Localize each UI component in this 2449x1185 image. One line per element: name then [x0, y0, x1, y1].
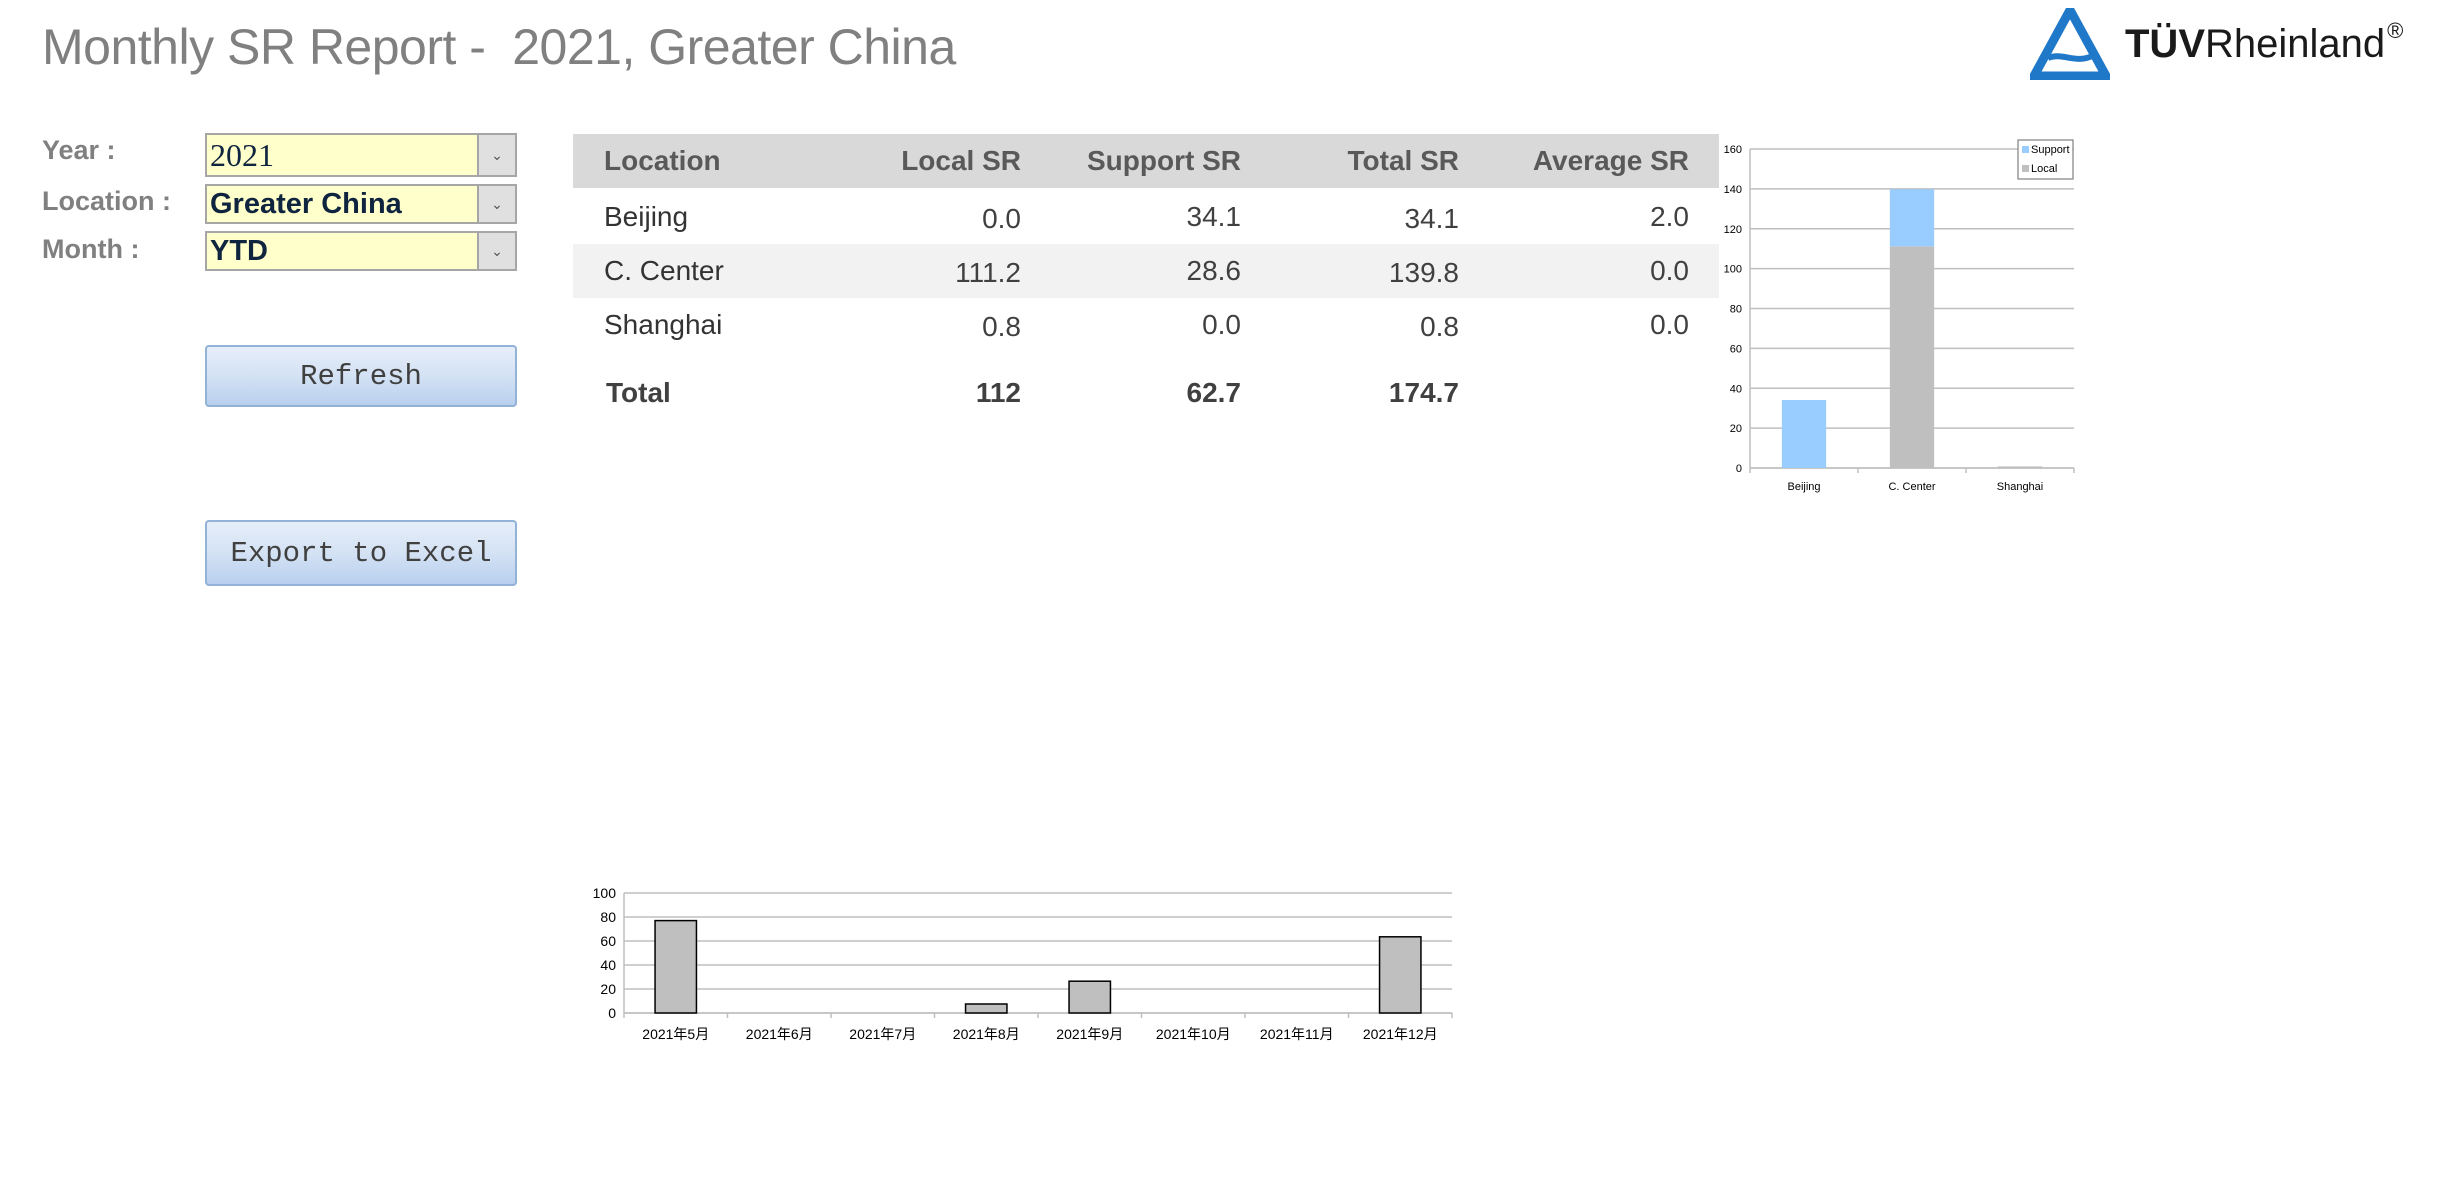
x-tick-label: C. Center	[1888, 481, 1935, 493]
y-tick-label: 40	[1730, 383, 1742, 395]
legend-label-local: Local	[2031, 163, 2057, 175]
cell-support-sr: 28.6	[1186, 255, 1242, 286]
cell-local-sr: 0.8	[982, 311, 1021, 342]
cell-average-sr: 0.0	[1650, 255, 1689, 286]
y-tick-label: 80	[1730, 304, 1742, 316]
y-tick-label: 120	[1724, 224, 1742, 236]
column-header-location: Location	[604, 145, 721, 176]
x-tick-label: Shanghai	[1997, 481, 2044, 493]
y-tick-label: 160	[1724, 144, 1742, 156]
chevron-down-icon: ⌄	[491, 146, 503, 163]
total-total-sr: 174.7	[1388, 377, 1459, 408]
x-tick-label: 2021年12月	[1363, 1026, 1438, 1042]
bar-local-shanghai	[1997, 466, 2043, 468]
bar-support-c-center	[1889, 189, 1935, 247]
cell-total-sr: 34.1	[1404, 203, 1460, 234]
cell-location: Beijing	[604, 201, 689, 232]
year-dropdown-button[interactable]: ⌄	[477, 135, 515, 175]
bar-month-9	[1068, 980, 1112, 1014]
column-header-support-sr: Support SR	[1087, 145, 1241, 176]
table-header-row: Location Local SR Support SR Total SR Av…	[573, 134, 1719, 188]
cell-support-sr: 34.1	[1186, 201, 1242, 232]
logo-wordmark: TÜVRheinland®	[2125, 18, 2404, 66]
y-tick-label: 140	[1724, 184, 1742, 196]
y-tick-label: 20	[1730, 423, 1742, 435]
month-label: Month :	[42, 234, 140, 264]
location-select[interactable]: Greater China ⌄	[205, 184, 517, 224]
cell-support-sr: 0.0	[1202, 309, 1241, 340]
year-value: 2021	[210, 136, 274, 173]
year-label: Year :	[42, 135, 116, 165]
table-row: Beijing 0.0 34.1 34.1 2.0	[573, 190, 1719, 244]
bar-support-beijing	[1781, 400, 1827, 468]
legend-swatch-local	[2022, 165, 2029, 172]
cell-location: Shanghai	[604, 309, 723, 340]
y-tick-label: 20	[600, 981, 616, 997]
y-tick-label: 40	[600, 957, 616, 973]
tuv-rheinland-logo: TÜVRheinland®	[2030, 8, 2440, 80]
total-local-sr: 112	[975, 377, 1021, 408]
x-tick-label: 2021年8月	[953, 1026, 1020, 1042]
legend-box	[2017, 139, 2074, 180]
x-tick-label: 2021年7月	[849, 1026, 916, 1042]
table-row: C. Center 111.2 28.6 139.8 0.0	[573, 244, 1719, 298]
legend-label-support: Support	[2031, 144, 2070, 156]
location-dropdown-button[interactable]: ⌄	[477, 186, 515, 222]
cell-total-sr: 0.8	[1420, 311, 1459, 342]
x-tick-label: 2021年5月	[642, 1026, 709, 1042]
bar-month-12	[1378, 936, 1422, 1014]
cell-local-sr: 0.0	[982, 203, 1021, 234]
legend-swatch-support	[2022, 146, 2029, 153]
y-tick-label: 60	[600, 933, 616, 949]
chevron-down-icon: ⌄	[491, 242, 503, 259]
x-tick-label: 2021年9月	[1056, 1026, 1123, 1042]
x-tick-label: 2021年10月	[1156, 1026, 1231, 1042]
bar-local-c-center	[1889, 246, 1935, 468]
export-to-excel-button[interactable]: Export to Excel	[205, 520, 517, 586]
year-select[interactable]: 2021 ⌄	[205, 133, 517, 177]
month-value: YTD	[210, 234, 268, 267]
month-select[interactable]: YTD ⌄	[205, 231, 517, 271]
table-total-row: Total 112 62.7 174.7	[573, 366, 1719, 420]
cell-total-sr: 139.8	[1388, 257, 1459, 288]
cell-average-sr: 0.0	[1650, 309, 1689, 340]
chevron-down-icon: ⌄	[491, 195, 503, 212]
x-tick-label: 2021年11月	[1260, 1026, 1334, 1042]
y-tick-label: 100	[1724, 264, 1742, 276]
column-header-local-sr: Local SR	[901, 145, 1021, 176]
month-dropdown-button[interactable]: ⌄	[477, 233, 515, 269]
location-label: Location :	[42, 186, 171, 216]
x-tick-label: 2021年6月	[746, 1026, 813, 1042]
cell-location: C. Center	[604, 255, 724, 286]
refresh-button[interactable]: Refresh	[205, 345, 517, 407]
cell-average-sr: 2.0	[1650, 201, 1689, 232]
location-value: Greater China	[210, 187, 402, 220]
total-label: Total	[606, 377, 671, 408]
column-header-average-sr: Average SR	[1532, 145, 1689, 176]
y-tick-label: 0	[1736, 463, 1742, 475]
y-tick-label: 60	[1730, 343, 1742, 355]
cell-local-sr: 111.2	[955, 257, 1021, 288]
table-row: Shanghai 0.8 0.0 0.8 0.0	[573, 298, 1719, 352]
y-tick-label: 80	[600, 909, 616, 925]
total-support-sr: 62.7	[1186, 377, 1242, 408]
bar-month-5	[654, 919, 698, 1014]
page-title: Monthly SR Report - 2021, Greater China	[42, 19, 956, 75]
bar-month-8	[964, 1003, 1008, 1014]
column-header-total-sr: Total SR	[1347, 145, 1459, 176]
x-tick-label: Beijing	[1787, 481, 1820, 493]
y-tick-label: 100	[593, 885, 617, 901]
y-tick-label: 0	[608, 1005, 616, 1021]
tuv-triangle-logo-icon	[2030, 8, 2110, 80]
